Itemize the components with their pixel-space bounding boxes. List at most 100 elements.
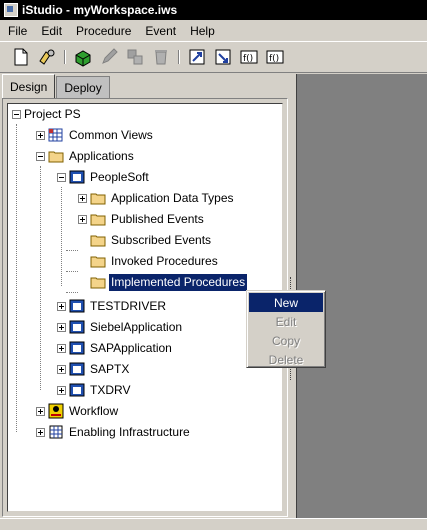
menu-procedure[interactable]: Procedure — [68, 24, 137, 38]
deploy-button[interactable] — [184, 45, 210, 69]
expand-icon[interactable] — [57, 301, 66, 311]
toolbar: f() f() — [0, 41, 427, 73]
function-alt-icon: f() — [266, 50, 284, 64]
tree-node-label: Common Views — [69, 127, 153, 142]
tree-node-label: Workflow — [69, 403, 119, 418]
tree-node-implemented-procedures[interactable]: Implemented Procedures — [90, 272, 249, 292]
tree-node-label: Invoked Procedures — [111, 253, 218, 268]
tree-connector — [40, 166, 41, 390]
tree-node-enabling-infrastructure[interactable]: Enabling Infrastructure — [36, 422, 192, 442]
tree-node-label: Published Events — [111, 211, 204, 226]
app-icon — [4, 3, 18, 17]
menu-help[interactable]: Help — [182, 24, 221, 38]
tree-node-siebel[interactable]: SiebelApplication — [57, 317, 184, 337]
tree-node-label: SiebelApplication — [90, 319, 183, 334]
deploy-icon — [189, 49, 205, 65]
menu-event[interactable]: Event — [137, 24, 182, 38]
copy-icon — [127, 49, 143, 65]
tree-node-sap[interactable]: SAPApplication — [57, 338, 174, 358]
tree-node-workflow[interactable]: Workflow — [36, 401, 120, 421]
tab-deploy[interactable]: Deploy — [56, 76, 110, 98]
context-menu-edit[interactable]: Edit — [249, 312, 323, 331]
function-alt-button[interactable]: f() — [262, 45, 288, 69]
title-bar: iStudio - myWorkspace.iws — [0, 0, 427, 20]
expand-icon[interactable] — [57, 343, 66, 353]
deploy-all-icon — [215, 49, 231, 65]
context-menu-delete[interactable]: Delete — [249, 350, 323, 369]
expand-icon[interactable] — [57, 364, 66, 374]
menu-bar: File Edit Procedure Event Help — [0, 21, 427, 41]
expand-icon[interactable] — [36, 130, 45, 140]
tree-node-peoplesoft[interactable]: PeopleSoft — [57, 167, 151, 187]
tree-node-txdrv[interactable]: TXDRV — [57, 380, 132, 400]
add-button[interactable] — [70, 45, 96, 69]
table-icon — [48, 128, 63, 142]
function-button[interactable]: f() — [236, 45, 262, 69]
tree-node-invoked-procedures[interactable]: Invoked Procedures — [90, 251, 220, 271]
toolbar-separator — [64, 50, 66, 64]
workflow-icon — [48, 403, 64, 419]
edit-button[interactable] — [96, 45, 122, 69]
edit-icon — [102, 48, 118, 64]
open-button[interactable] — [34, 45, 60, 69]
status-bar — [0, 518, 427, 530]
window-title: iStudio - myWorkspace.iws — [22, 3, 178, 17]
tree-connector — [66, 271, 78, 272]
project-tree[interactable]: Project PS Common Views Applications Peo… — [7, 103, 283, 512]
expand-icon[interactable] — [78, 214, 87, 224]
open-icon — [39, 49, 55, 65]
function-icon: f() — [240, 50, 258, 64]
menu-edit[interactable]: Edit — [33, 24, 68, 38]
tree-node-subscribed-events[interactable]: Subscribed Events — [90, 230, 213, 250]
folder-icon — [90, 193, 106, 205]
folder-icon — [90, 214, 106, 226]
collapse-icon[interactable] — [57, 172, 66, 182]
new-file-icon — [14, 48, 28, 66]
folder-icon — [48, 151, 64, 163]
folder-icon — [90, 235, 106, 247]
context-menu-copy[interactable]: Copy — [249, 331, 323, 350]
tree-node-label: SAPApplication — [90, 340, 172, 355]
tree-node-label: Enabling Infrastructure — [69, 424, 190, 439]
new-file-button[interactable] — [8, 45, 34, 69]
add-icon — [75, 50, 91, 67]
infrastructure-icon — [49, 425, 63, 439]
panel-tabs: Design Deploy — [2, 74, 111, 98]
tree-node-label: Application Data Types — [111, 190, 234, 205]
application-icon — [69, 170, 85, 184]
tree-connector — [66, 292, 78, 293]
tree-connector — [16, 124, 17, 432]
tab-design[interactable]: Design — [2, 74, 56, 98]
svg-text:f(): f() — [243, 54, 253, 64]
application-icon — [69, 341, 85, 355]
expand-icon[interactable] — [57, 385, 66, 395]
tree-node-published-events[interactable]: Published Events — [78, 209, 206, 229]
expand-icon[interactable] — [36, 427, 45, 437]
toolbar-separator — [178, 50, 180, 64]
expand-icon[interactable] — [36, 406, 45, 416]
deploy-all-button[interactable] — [210, 45, 236, 69]
tree-node-common-views[interactable]: Common Views — [36, 125, 155, 145]
context-menu: New Edit Copy Delete — [246, 290, 326, 368]
context-menu-new[interactable]: New — [249, 293, 323, 312]
menu-file[interactable]: File — [0, 24, 33, 38]
tree-node-label: Implemented Procedures — [107, 272, 249, 292]
tree-node-applications[interactable]: Applications — [36, 146, 136, 166]
tree-connector — [66, 250, 78, 251]
expand-icon[interactable] — [78, 193, 87, 203]
application-icon — [69, 383, 85, 397]
collapse-icon[interactable] — [36, 151, 45, 161]
tree-node-label: Project PS — [24, 106, 81, 121]
delete-button[interactable] — [148, 45, 174, 69]
application-icon — [69, 320, 85, 334]
collapse-icon[interactable] — [12, 109, 21, 119]
tree-node-app-data-types[interactable]: Application Data Types — [78, 188, 236, 208]
tree-node-label: TESTDRIVER — [90, 298, 167, 313]
tree-node-project[interactable]: Project PS — [12, 104, 83, 124]
tree-connector — [61, 187, 62, 286]
tree-node-testdriver[interactable]: TESTDRIVER — [57, 296, 168, 316]
expand-icon[interactable] — [57, 322, 66, 332]
copy-button[interactable] — [122, 45, 148, 69]
tree-node-saptx[interactable]: SAPTX — [57, 359, 131, 379]
tree-node-label: TXDRV — [90, 382, 131, 397]
